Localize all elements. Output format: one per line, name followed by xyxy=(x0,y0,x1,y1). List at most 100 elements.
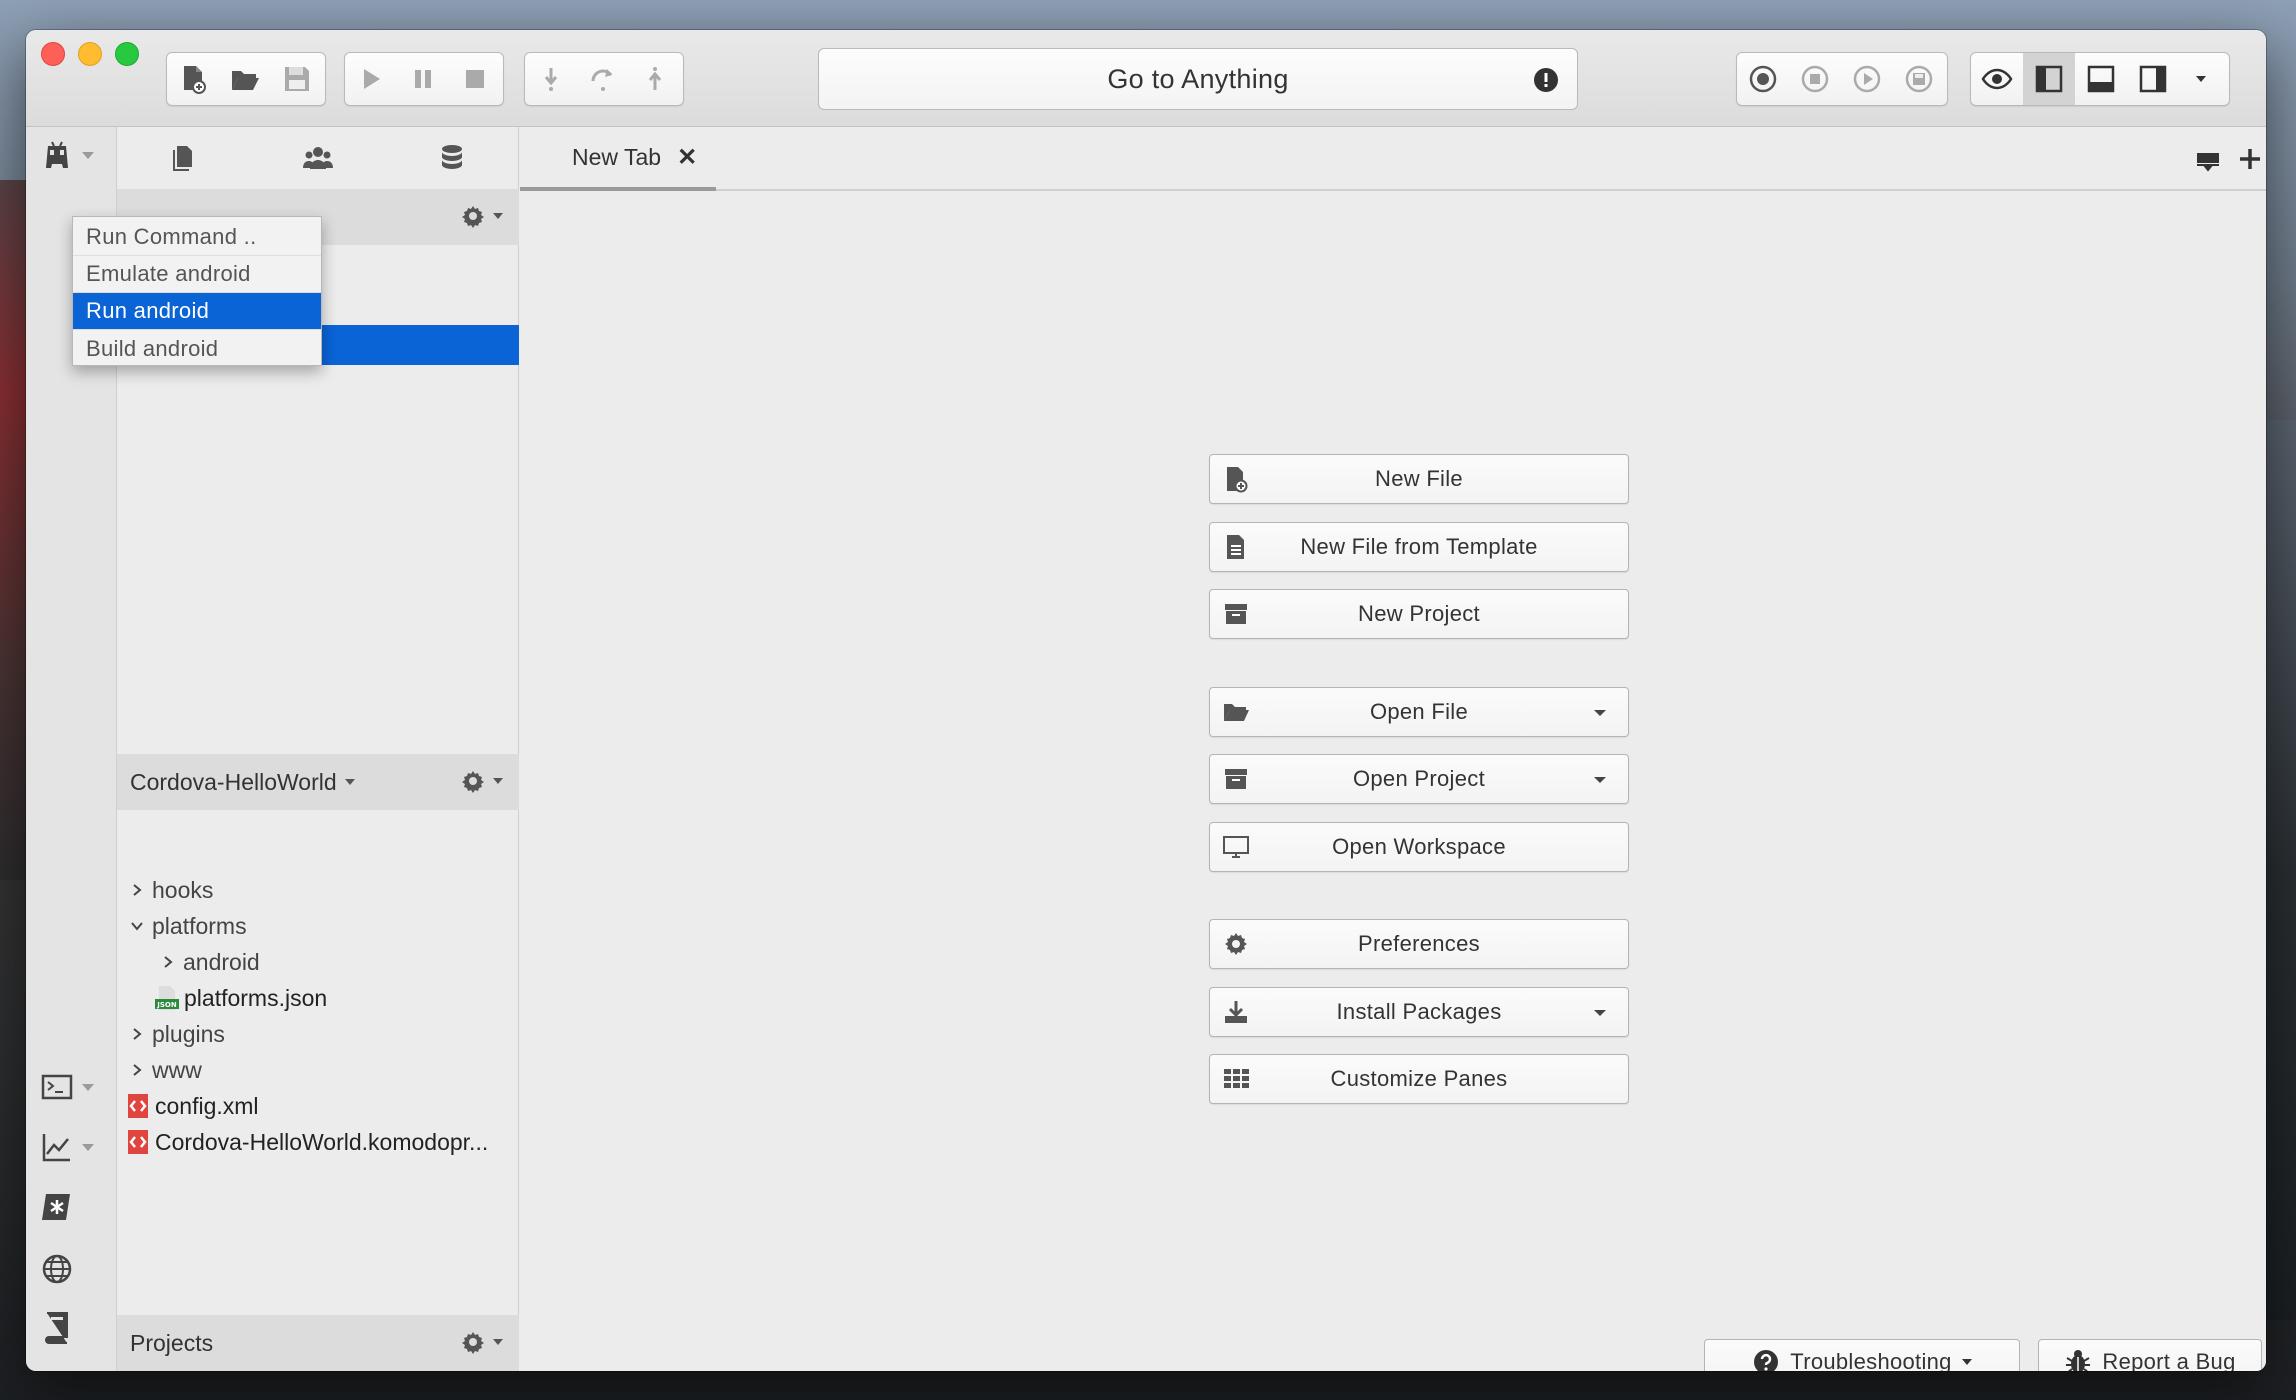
tree-item-platforms[interactable]: platforms xyxy=(117,908,519,944)
stop-icon xyxy=(466,70,484,88)
editor-tabbar: New Tab ✕ xyxy=(520,127,2266,191)
projects-title: Projects xyxy=(130,1329,214,1356)
step-over-button[interactable] xyxy=(577,53,629,105)
gear-icon xyxy=(462,1332,484,1354)
tab-list-button[interactable] xyxy=(2190,141,2226,177)
step-out-button[interactable] xyxy=(629,53,681,105)
debug-step-group xyxy=(524,52,684,106)
tab-new-tab[interactable]: New Tab ✕ xyxy=(520,127,716,191)
toggle-left-pane-button[interactable] xyxy=(2023,53,2075,105)
projects-settings-dropdown[interactable] xyxy=(459,1328,503,1356)
tab-collaboration[interactable] xyxy=(251,127,385,189)
alert-icon[interactable] xyxy=(1533,67,1559,93)
cordova-tools-button[interactable] xyxy=(40,135,100,175)
open-workspace-button[interactable]: Open Workspace xyxy=(1209,822,1629,872)
project-file-tree: hooks platforms android JSON platforms.j… xyxy=(117,872,519,1160)
tree-item-plugins[interactable]: plugins xyxy=(117,1016,519,1052)
open-folder-toolbar-button[interactable] xyxy=(219,53,271,105)
cordova-commands-menu: Run Command .. Emulate android Run andro… xyxy=(72,216,322,366)
chevron-right-icon[interactable] xyxy=(157,951,179,973)
report-bug-button[interactable]: Report a Bug xyxy=(2038,1339,2262,1371)
open-file-button[interactable]: Open File xyxy=(1209,687,1629,737)
chevron-down-icon[interactable] xyxy=(1594,1010,1606,1016)
bug-icon xyxy=(2066,1350,2091,1371)
window-minimize-button[interactable] xyxy=(78,42,102,66)
play-macro-button[interactable] xyxy=(1841,53,1893,105)
chevron-down-icon xyxy=(2196,76,2206,82)
chevron-down-icon[interactable] xyxy=(1594,777,1606,783)
tree-item-config-xml[interactable]: config.xml xyxy=(117,1088,519,1124)
new-project-button[interactable]: New Project xyxy=(1209,589,1629,639)
run-controls-group xyxy=(344,52,504,106)
open-workspace-label: Open Workspace xyxy=(1332,834,1506,859)
chevron-right-icon[interactable] xyxy=(126,879,148,901)
toggle-bottom-pane-button[interactable] xyxy=(2075,53,2127,105)
view-options-dropdown[interactable] xyxy=(2179,53,2223,105)
chevron-down-icon[interactable] xyxy=(1594,710,1606,716)
xml-file-icon xyxy=(128,1094,148,1118)
menu-item-run-android[interactable]: Run android xyxy=(73,293,321,330)
new-file-toolbar-button[interactable] xyxy=(167,53,219,105)
tree-item-platforms-json[interactable]: JSON platforms.json xyxy=(117,980,519,1016)
menu-item-run-command[interactable]: Run Command .. xyxy=(73,219,321,256)
menu-item-emulate-android[interactable]: Emulate android xyxy=(73,256,321,293)
step-in-button[interactable] xyxy=(525,53,577,105)
monitor-icon xyxy=(1223,836,1249,858)
analytics-button[interactable] xyxy=(40,1127,100,1167)
http-inspector-button[interactable] xyxy=(40,1249,100,1289)
tree-item-hooks[interactable]: hooks xyxy=(117,872,519,908)
save-toolbar-button[interactable] xyxy=(271,53,323,105)
window-close-button[interactable] xyxy=(41,42,65,66)
project-settings-dropdown[interactable] xyxy=(459,767,503,795)
book-icon xyxy=(45,1312,68,1344)
step-in-icon xyxy=(544,68,558,91)
run-button[interactable] xyxy=(345,53,397,105)
new-tab-button[interactable] xyxy=(2232,141,2266,177)
preferences-button[interactable]: Preferences xyxy=(1209,919,1629,969)
troubleshooting-button[interactable]: Troubleshooting xyxy=(1704,1339,2020,1371)
docs-button[interactable] xyxy=(40,1307,100,1347)
tree-item-label: plugins xyxy=(152,1020,225,1047)
svg-text:JSON: JSON xyxy=(156,1001,177,1009)
record-macro-button[interactable] xyxy=(1737,53,1789,105)
project-file-icon xyxy=(128,1130,148,1154)
close-icon[interactable]: ✕ xyxy=(677,143,697,172)
download-icon xyxy=(1225,1001,1247,1023)
gear-icon xyxy=(462,206,484,228)
tree-item-komodoproject[interactable]: Cordova-HelloWorld.komodopr... xyxy=(117,1124,519,1160)
users-icon xyxy=(303,147,333,169)
customize-panes-button[interactable]: Customize Panes xyxy=(1209,1054,1629,1104)
new-file-button[interactable]: New File xyxy=(1209,454,1629,504)
goto-anything-label: Go to Anything xyxy=(1107,63,1289,94)
new-file-from-template-button[interactable]: New File from Template xyxy=(1209,522,1629,572)
stop-macro-button[interactable] xyxy=(1789,53,1841,105)
stop-button[interactable] xyxy=(449,53,501,105)
asterisk-icon xyxy=(42,1194,70,1220)
terminal-icon xyxy=(41,1074,73,1100)
new-file-icon xyxy=(184,66,206,94)
places-settings-dropdown[interactable] xyxy=(459,202,503,230)
project-pane-header[interactable]: Cordova-HelloWorld xyxy=(117,754,519,810)
tab-database[interactable] xyxy=(385,127,519,189)
window-maximize-button[interactable] xyxy=(115,42,139,66)
editor-area: New Tab ✕ New File New File from Templat… xyxy=(520,127,2266,1371)
pause-button[interactable] xyxy=(397,53,449,105)
chevron-right-icon[interactable] xyxy=(126,1023,148,1045)
project-title[interactable]: Cordova-HelloWorld xyxy=(130,769,337,796)
terminal-button[interactable] xyxy=(40,1067,100,1107)
chevron-down-icon[interactable] xyxy=(126,915,148,937)
goto-anything-search[interactable]: Go to Anything xyxy=(818,48,1578,110)
tree-item-www[interactable]: www xyxy=(117,1052,519,1088)
focus-mode-button[interactable] xyxy=(1971,53,2023,105)
chevron-right-icon[interactable] xyxy=(126,1059,148,1081)
open-file-label: Open File xyxy=(1369,699,1469,724)
menu-item-build-android[interactable]: Build android xyxy=(73,330,321,367)
tab-places[interactable] xyxy=(117,127,251,189)
preferences-label: Preferences xyxy=(1358,931,1480,956)
regex-toolkit-button[interactable] xyxy=(40,1187,100,1227)
install-packages-button[interactable]: Install Packages xyxy=(1209,987,1629,1037)
save-macro-button[interactable] xyxy=(1893,53,1945,105)
open-project-button[interactable]: Open Project xyxy=(1209,754,1629,804)
tree-item-android[interactable]: android xyxy=(117,944,519,980)
toggle-right-pane-button[interactable] xyxy=(2127,53,2179,105)
